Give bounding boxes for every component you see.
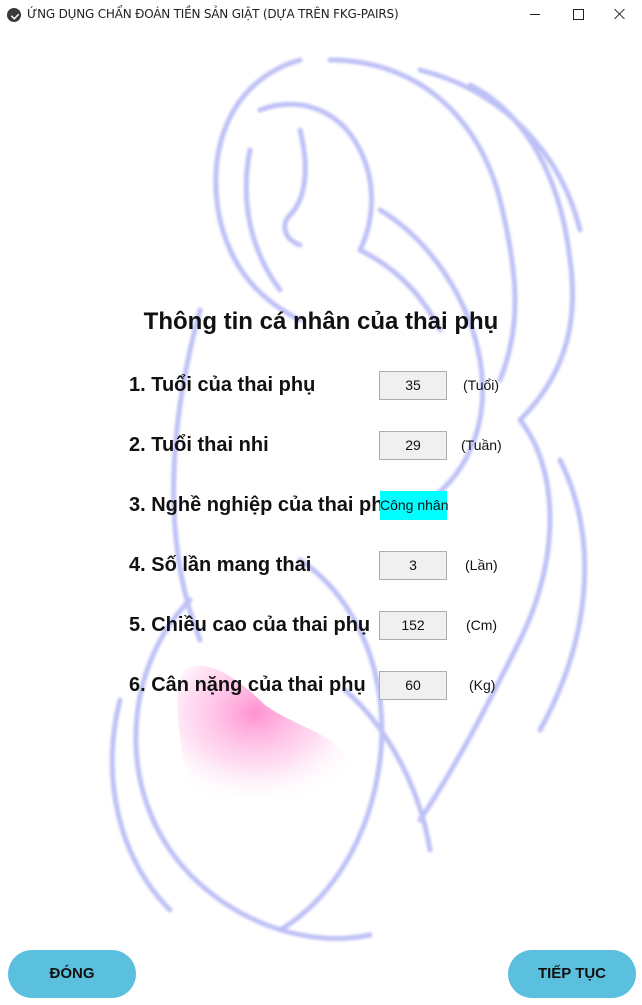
gestational-age-field[interactable]: 29 <box>379 431 447 460</box>
title-bar: ỨNG DỤNG CHẨN ĐOÁN TIỀN SẢN GIẬT (DỰA TR… <box>0 0 642 30</box>
weight-label: 6. Cân nặng của thai phụ <box>129 674 366 696</box>
next-button[interactable]: TIẾP TỤC <box>508 950 636 998</box>
pregnancy-count-field[interactable]: 3 <box>379 551 447 580</box>
pregnancy-count-unit: (Lần) <box>465 557 498 573</box>
close-button[interactable]: ĐÓNG <box>8 950 136 998</box>
gestational-age-unit: (Tuần) <box>461 437 502 453</box>
height-field[interactable]: 152 <box>379 611 447 640</box>
weight-unit: (Kg) <box>469 677 496 693</box>
height-label: 5. Chiều cao của thai phụ <box>129 614 371 636</box>
occupation-label: 3. Nghề nghiệp của thai phụ <box>129 494 396 516</box>
weight-field[interactable]: 60 <box>379 671 447 700</box>
height-unit: (Cm) <box>466 617 498 633</box>
close-icon[interactable] <box>596 0 642 30</box>
window-title: ỨNG DỤNG CHẨN ĐOÁN TIỀN SẢN GIẬT (DỰA TR… <box>27 7 399 21</box>
age-unit: (Tuổi) <box>463 377 500 393</box>
age-label: 1. Tuổi của thai phụ <box>129 374 316 396</box>
page-title: Thông tin cá nhân của thai phụ <box>143 308 499 335</box>
maximize-icon[interactable] <box>555 0 601 30</box>
pregnancy-count-label: 4. Số lần mang thai <box>129 554 312 576</box>
age-field[interactable]: 35 <box>379 371 447 400</box>
gestational-age-label: 2. Tuổi thai nhi <box>129 434 269 456</box>
pregnant-woman-illustration <box>109 57 588 941</box>
minimize-icon[interactable] <box>512 0 558 30</box>
occupation-field[interactable]: Công nhân <box>380 491 449 520</box>
app-icon <box>7 8 21 22</box>
